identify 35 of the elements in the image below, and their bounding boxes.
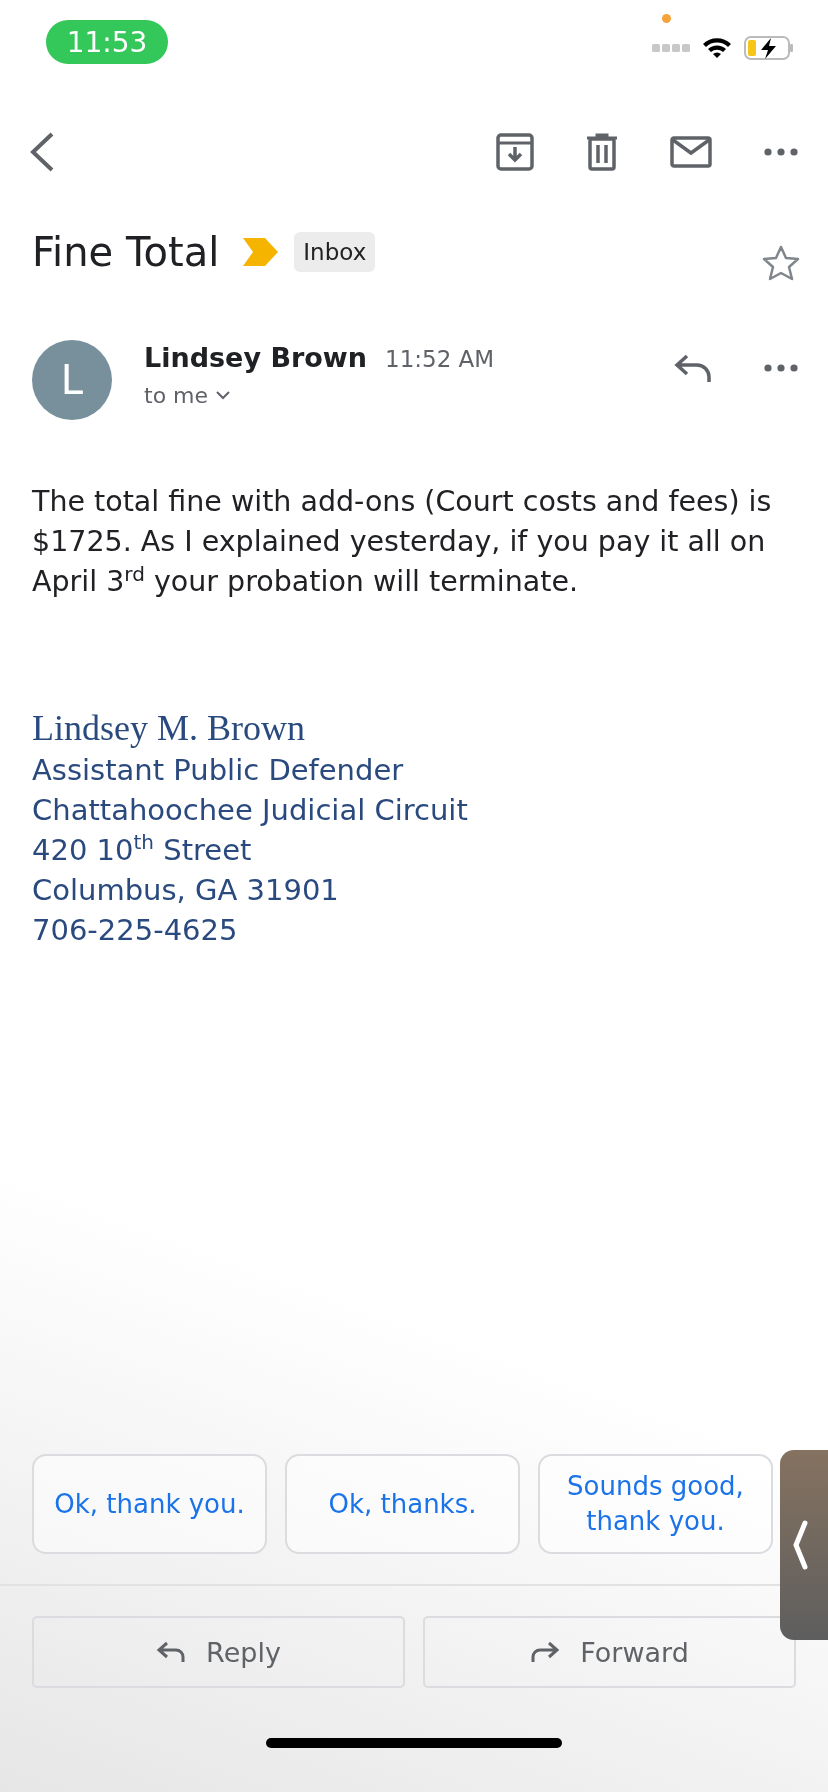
- chevron-down-icon: [216, 391, 231, 400]
- reply-icon-button[interactable]: [674, 354, 712, 384]
- sender-avatar: L: [32, 340, 112, 420]
- message-more-button[interactable]: [764, 364, 798, 372]
- recipient-toggle[interactable]: to me: [144, 383, 495, 408]
- signature-name: Lindsey M. Brown: [32, 707, 306, 750]
- signature-line: Chattahoochee Judicial Circuit: [32, 792, 469, 829]
- signature-line: 420 10$^{th}$ Street: [32, 830, 253, 869]
- signature-line: Columbus, GA 31901: [32, 872, 340, 909]
- mail-button[interactable]: [670, 136, 712, 168]
- forward-button[interactable]: Forward: [423, 1616, 796, 1688]
- battery-icon: [744, 36, 794, 60]
- smart-reply-button[interactable]: Ok, thanks.: [285, 1454, 520, 1554]
- signal-icon: [652, 43, 690, 53]
- reply-button[interactable]: Reply: [32, 1616, 405, 1688]
- signature-line: 706-225-4625: [32, 912, 239, 949]
- delete-button[interactable]: [586, 133, 618, 171]
- status-time: 11:53: [46, 20, 168, 64]
- forward-arrow-icon: [530, 1641, 561, 1663]
- smart-reply-button[interactable]: Ok, thank you.: [32, 1454, 267, 1554]
- privacy-dot: [662, 14, 671, 23]
- message-body: The total fine with add-ons (Court costs and fees) is $1725. As I explained yesterday, if you pay it all on April 3$^{rd}$ your probation will terminate.: [32, 484, 772, 600]
- archive-button[interactable]: [496, 133, 534, 171]
- signature-line: Assistant Public Defender: [32, 752, 405, 789]
- email-subject: Fine Total: [32, 229, 220, 275]
- reply-arrow-icon: [156, 1641, 187, 1663]
- sender-name: Lindsey Brown: [144, 342, 367, 373]
- side-panel-handle[interactable]: [780, 1450, 828, 1640]
- wifi-icon: [702, 37, 732, 59]
- back-button[interactable]: [28, 131, 56, 173]
- inbox-label: Inbox: [294, 232, 376, 272]
- smart-reply-button[interactable]: Sounds good, thank you.: [538, 1454, 773, 1554]
- message-time: 11:52 AM: [385, 346, 495, 372]
- more-button[interactable]: [764, 148, 798, 156]
- star-button[interactable]: [762, 245, 800, 281]
